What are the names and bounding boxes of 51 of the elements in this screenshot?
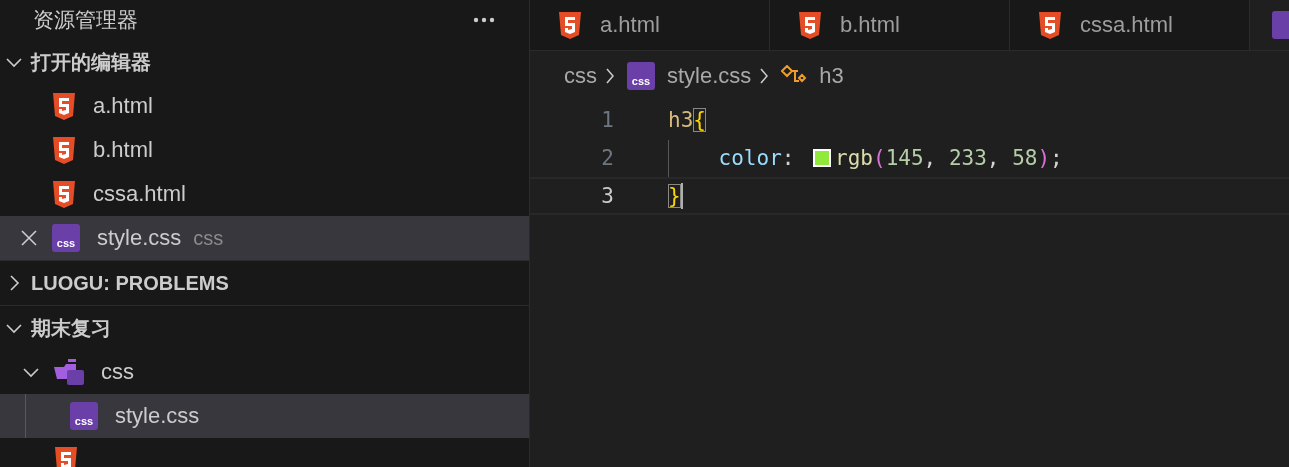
code-token: h3 (668, 108, 694, 132)
color-swatch[interactable] (813, 149, 832, 167)
html-file-icon (558, 11, 582, 39)
more-icon[interactable] (473, 17, 495, 23)
css-file-icon (1272, 11, 1289, 39)
section-header[interactable]: 期末复习 (0, 305, 529, 350)
breadcrumb-item[interactable]: css (564, 63, 597, 89)
file-item[interactable]: cssa.html (0, 172, 529, 216)
chevron-icon (605, 67, 615, 85)
code-token: : (781, 146, 796, 170)
html-file-icon (54, 446, 78, 467)
html-file-icon (52, 180, 76, 208)
file-item[interactable]: css style.css css (0, 216, 529, 260)
file-item[interactable]: a.html (0, 84, 529, 128)
breadcrumb-item[interactable]: style.css (667, 63, 752, 89)
editor-tab[interactable]: b.html (770, 0, 1010, 50)
close-icon[interactable] (20, 229, 38, 247)
html-file-icon (798, 11, 822, 39)
html-file-icon (52, 92, 76, 120)
css-file-icon: css (627, 62, 655, 90)
line-number: 1 (600, 108, 614, 132)
code-token: ; (1050, 146, 1063, 170)
file-item[interactable]: css (0, 350, 529, 394)
explorer-title: 资源管理器 (33, 7, 138, 33)
html-file-icon (1038, 11, 1062, 39)
css-file-icon: css (52, 224, 80, 252)
file-item[interactable]: css style.css (0, 394, 529, 438)
code-token: rgb (835, 146, 873, 170)
code-token: , (923, 146, 938, 170)
code-token: { (693, 108, 706, 132)
file-item[interactable]: b.html (0, 128, 529, 172)
code-token: ) (1037, 146, 1051, 170)
html-file-icon (52, 136, 76, 164)
code-token: } (668, 184, 681, 208)
section-header[interactable]: LUOGU: PROBLEMS (0, 260, 529, 305)
line-number: 3 (600, 184, 614, 208)
code-token: , (986, 146, 1001, 170)
code-token: 233 (948, 146, 987, 170)
code-token: 58 (1012, 146, 1038, 170)
folder-icon (54, 359, 84, 385)
folder-label: css (193, 226, 224, 250)
section-header[interactable]: 打开的编辑器 (0, 40, 529, 84)
code-token: ( (873, 146, 886, 170)
breadcrumb-item[interactable]: h3 (819, 63, 844, 89)
code-token: 145 (885, 146, 924, 170)
line-number: 2 (600, 146, 614, 170)
css-file-icon: css (70, 402, 98, 430)
code-token: color (718, 146, 782, 170)
editor-tab[interactable]: cssa.html (1010, 0, 1250, 50)
editor-tab[interactable]: a.html (530, 0, 770, 50)
chevron-icon (759, 67, 770, 85)
